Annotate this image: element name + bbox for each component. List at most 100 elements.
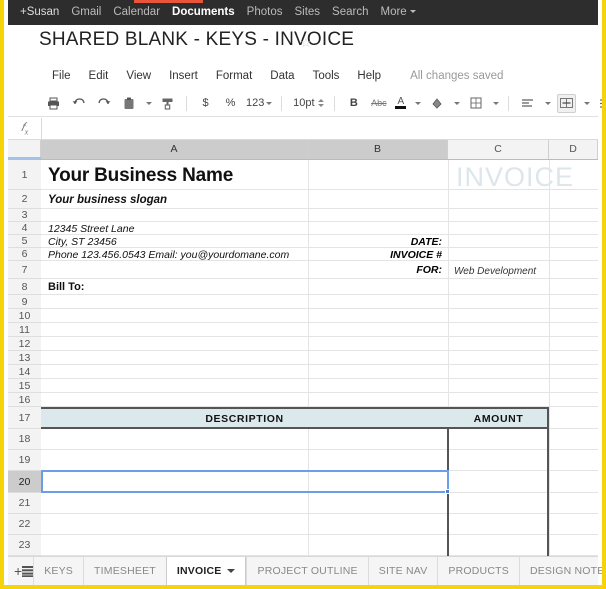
gridline-h xyxy=(41,470,598,471)
row-header-11[interactable]: 11 xyxy=(8,323,41,337)
row-header-4[interactable]: 4 xyxy=(8,222,41,235)
undo-icon[interactable] xyxy=(69,94,88,113)
column-header-b[interactable]: B xyxy=(308,140,448,159)
horizontal-align-dropdown-icon[interactable] xyxy=(543,94,552,113)
menu-item-file[interactable]: File xyxy=(43,68,80,84)
row-header-10[interactable]: 10 xyxy=(8,309,41,323)
gbar-item-photos[interactable]: Photos xyxy=(241,0,289,25)
row-header-7[interactable]: 7 xyxy=(8,261,41,279)
row-header-5[interactable]: 5 xyxy=(8,235,41,248)
date-label[interactable]: DATE: xyxy=(201,235,445,248)
sheet-tab-bar: + KEYS TIMESHEET INVOICE PROJECT OUTLINE… xyxy=(8,556,602,585)
gbar-item-documents[interactable]: Documents xyxy=(166,0,241,25)
row-header-19[interactable]: 19 xyxy=(8,450,41,471)
row-header-6[interactable]: 6 xyxy=(8,248,41,261)
text-color-button[interactable]: A xyxy=(394,94,407,113)
for-label[interactable]: FOR: xyxy=(201,261,445,279)
row-header-23[interactable]: 23 xyxy=(8,535,41,556)
gridline-h xyxy=(41,364,598,365)
sheet-tab-site-nav[interactable]: SITE NAV xyxy=(367,556,438,585)
row-header-14[interactable]: 14 xyxy=(8,365,41,379)
for-value[interactable]: Web Development xyxy=(451,263,547,279)
sheet-tab-design-notes[interactable]: DESIGN NOTES xyxy=(518,556,602,585)
row-header-12[interactable]: 12 xyxy=(8,337,41,351)
number-format-button[interactable]: 123 xyxy=(246,94,273,113)
business-name[interactable]: Your Business Name xyxy=(45,162,305,190)
sheet-tab-timesheet[interactable]: TIMESHEET xyxy=(83,556,166,585)
sheet-tab-invoice[interactable]: INVOICE xyxy=(165,556,247,585)
column-header-d[interactable]: D xyxy=(549,140,598,159)
menu-item-tools[interactable]: Tools xyxy=(304,68,349,84)
gbar-item-calendar[interactable]: Calendar xyxy=(107,0,166,25)
save-status: All changes saved xyxy=(410,70,504,82)
gbar-item-more[interactable]: More xyxy=(374,0,421,25)
paint-format-icon[interactable] xyxy=(158,94,177,113)
row-header-3[interactable]: 3 xyxy=(8,209,41,222)
menu-item-help[interactable]: Help xyxy=(348,68,390,84)
gridline-h xyxy=(41,378,598,379)
sheet-tab-project-outline[interactable]: PROJECT OUTLINE xyxy=(246,556,367,585)
font-size-stepper[interactable]: 10pt xyxy=(291,94,325,113)
borders-icon[interactable] xyxy=(466,94,485,113)
row-header-20[interactable]: 20 xyxy=(8,471,41,493)
cell-area[interactable]: INVOICE Your Business Name Your business… xyxy=(41,160,598,556)
row-header-17[interactable]: 17 xyxy=(8,407,41,429)
invoice-number-label[interactable]: INVOICE # xyxy=(201,248,445,261)
sheet-tab-invoice-label: INVOICE xyxy=(176,565,222,577)
column-header-a[interactable]: A xyxy=(41,140,308,159)
currency-format-button[interactable]: $ xyxy=(196,94,215,113)
text-color-dropdown-icon[interactable] xyxy=(413,94,422,113)
paste-clipboard-icon[interactable] xyxy=(119,94,138,113)
fill-color-dropdown-icon[interactable] xyxy=(452,94,461,113)
row-header-9[interactable]: 9 xyxy=(8,295,41,309)
fill-color-icon[interactable] xyxy=(427,94,446,113)
menu-item-format[interactable]: Format xyxy=(207,68,261,84)
vertical-align-dropdown-icon[interactable] xyxy=(582,94,591,113)
vertical-align-icon[interactable] xyxy=(557,93,577,113)
row-header-13[interactable]: 13 xyxy=(8,351,41,365)
selection-fill-handle[interactable] xyxy=(445,489,450,494)
row-header-22[interactable]: 22 xyxy=(8,514,41,535)
paste-dropdown-icon[interactable] xyxy=(144,94,152,113)
horizontal-align-icon[interactable] xyxy=(518,94,537,113)
row-header-21[interactable]: 21 xyxy=(8,493,41,514)
percent-format-button[interactable]: % xyxy=(221,94,240,113)
chevron-down-icon xyxy=(545,101,552,105)
print-icon[interactable] xyxy=(44,94,63,113)
menu-item-data[interactable]: Data xyxy=(261,68,303,84)
formula-input[interactable] xyxy=(42,118,598,140)
gbar-item-search[interactable]: Search xyxy=(326,0,374,25)
address-line-1[interactable]: 12345 Street Lane xyxy=(45,222,305,235)
redo-icon[interactable] xyxy=(94,94,113,113)
document-title-bar: SHARED BLANK - KEYS - INVOICE ☆ xyxy=(8,25,598,63)
gbar-item-sites[interactable]: Sites xyxy=(288,0,326,25)
menu-item-view[interactable]: View xyxy=(117,68,160,84)
all-sheets-icon[interactable] xyxy=(22,560,34,582)
text-wrap-icon[interactable] xyxy=(596,94,602,113)
menu-item-edit[interactable]: Edit xyxy=(80,68,118,84)
gridline-h xyxy=(41,513,598,514)
row-header-15[interactable]: 15 xyxy=(8,379,41,393)
gbar-item-gmail[interactable]: Gmail xyxy=(65,0,107,25)
gridline-h xyxy=(41,308,598,309)
gbar-item-susan[interactable]: +Susan xyxy=(14,0,65,25)
plus-icon[interactable]: + xyxy=(14,560,22,582)
menu-item-insert[interactable]: Insert xyxy=(160,68,207,84)
row-header-18[interactable]: 18 xyxy=(8,429,41,450)
business-slogan[interactable]: Your business slogan xyxy=(45,190,305,209)
borders-dropdown-icon[interactable] xyxy=(491,94,500,113)
row-header-1[interactable]: 1 xyxy=(8,160,41,190)
chevron-down-icon[interactable] xyxy=(227,569,236,573)
strikethrough-button[interactable]: Abc xyxy=(369,94,388,113)
row-header-8[interactable]: 8 xyxy=(8,279,41,295)
bold-button[interactable]: B xyxy=(344,94,363,113)
select-all-corner[interactable] xyxy=(8,140,41,160)
sheet-tab-products[interactable]: PRODUCTS xyxy=(437,556,519,585)
row-header-2[interactable]: 2 xyxy=(8,190,41,209)
star-outline-icon[interactable]: ☆ xyxy=(300,35,312,51)
formula-bar: 𝑓x xyxy=(8,117,598,140)
row-header-16[interactable]: 16 xyxy=(8,393,41,407)
sheet-tab-keys[interactable]: KEYS xyxy=(33,556,83,585)
bill-to-label[interactable]: Bill To: xyxy=(45,279,285,295)
column-header-c[interactable]: C xyxy=(448,140,549,159)
